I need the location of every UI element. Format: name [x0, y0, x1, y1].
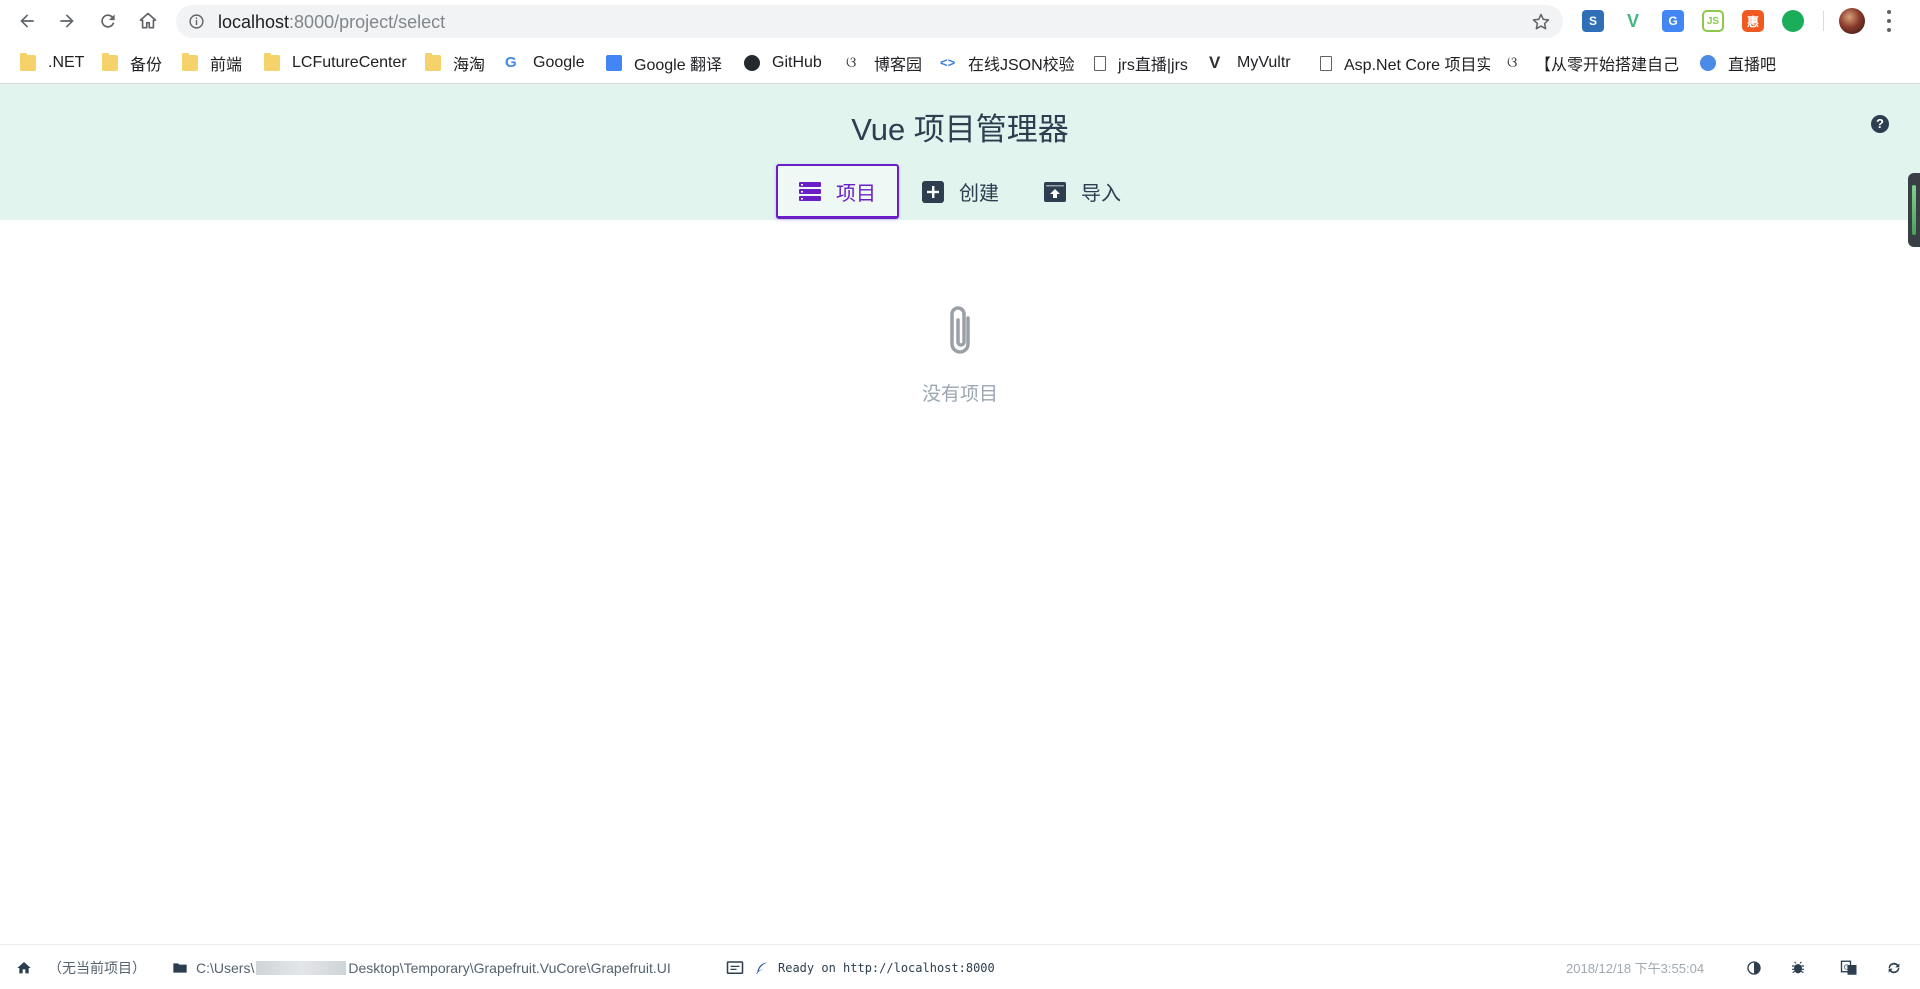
forward-button[interactable]: [53, 7, 81, 35]
home-icon: [17, 961, 31, 973]
google-icon: G: [505, 54, 517, 71]
browser-toolbar: localhost:8000/project/select S V G JS 惠: [0, 0, 1920, 43]
translate-icon: G: [1840, 960, 1857, 975]
app-header: Vue 项目管理器 ? 项目 创建 导入: [0, 84, 1920, 220]
bookmark-item[interactable]: GitHub: [744, 51, 822, 75]
feather-icon: [756, 962, 768, 974]
report-bug-button[interactable]: [1790, 945, 1806, 989]
folder-icon: [264, 53, 280, 71]
bookmark-item[interactable]: 备份: [102, 51, 162, 75]
reload-icon: [101, 14, 115, 28]
sogou-extension-icon[interactable]: S: [1582, 10, 1604, 32]
home-button[interactable]: [134, 7, 162, 35]
huiqiang-extension-icon[interactable]: 惠: [1742, 10, 1764, 32]
url-text[interactable]: localhost:8000/project/select: [218, 12, 445, 33]
toolbar-separator: [1823, 11, 1824, 31]
bookmarks-bar: .NET 备份 前端 LCFutureCenter 海淘 G Google Goo…: [0, 43, 1920, 83]
bookmark-item[interactable]: 直播吧: [1700, 51, 1776, 75]
bookmark-item[interactable]: <> 在线JSON校验: [940, 51, 1075, 75]
status-bar: （无当前项目） C:\Users\ Desktop\Temporary\Grape…: [0, 944, 1920, 989]
folder-icon: [425, 53, 441, 71]
cwd-status[interactable]: C:\Users\ Desktop\Temporary\Grapefruit.Vu…: [172, 945, 671, 989]
bookmark-item[interactable]: V MyVultr: [1209, 51, 1291, 75]
tab-create[interactable]: 创建: [921, 164, 1031, 219]
refresh-icon: [1888, 962, 1900, 973]
bookmark-item[interactable]: ଓ【从零开始搭建自己的: [1507, 51, 1679, 75]
bug-icon: [1792, 961, 1804, 973]
contrast-icon: [1747, 960, 1761, 975]
browser-menu-button[interactable]: [1886, 10, 1892, 32]
folder-icon: [182, 53, 198, 71]
bookmark-item[interactable]: LCFutureCenter: [264, 51, 407, 75]
import-box-icon: [1043, 180, 1067, 204]
current-project-status[interactable]: （无当前项目）: [16, 945, 146, 989]
svg-text:G: G: [1844, 963, 1849, 971]
home-icon: [139, 12, 157, 29]
side-panel-handle[interactable]: [1908, 173, 1920, 247]
back-button[interactable]: [13, 7, 41, 35]
nodejs-extension-icon[interactable]: JS: [1702, 10, 1724, 32]
page-title: Vue 项目管理器: [851, 112, 1069, 147]
reload-button[interactable]: [94, 7, 122, 35]
tab-projects[interactable]: 项目: [776, 164, 899, 219]
info-icon[interactable]: [188, 13, 205, 30]
cnblogs-icon: ଓ: [1507, 54, 1518, 71]
arrow-left-icon: [20, 14, 34, 28]
bookmark-item[interactable]: Asp.Net Core 项目实: [1320, 51, 1490, 75]
folder-icon: [20, 53, 36, 71]
help-icon[interactable]: ?: [1871, 115, 1889, 133]
translate-icon: [606, 55, 622, 71]
bookmark-item[interactable]: ଓ 博客园: [846, 51, 922, 75]
folder-icon: [173, 962, 187, 973]
empty-state: 没有项目: [0, 300, 1920, 406]
folder-icon: [102, 53, 118, 71]
empty-message: 没有项目: [921, 384, 998, 405]
terminal-icon: [726, 960, 744, 974]
log-status[interactable]: Ready on http://localhost:8000: [726, 945, 995, 989]
json-icon: <>: [940, 55, 956, 70]
browser-chrome: localhost:8000/project/select S V G JS 惠…: [0, 0, 1920, 84]
project-tabs: 项目 创建 导入: [0, 164, 1920, 220]
dark-mode-toggle[interactable]: [1746, 945, 1762, 989]
address-bar[interactable]: localhost:8000/project/select: [176, 5, 1563, 38]
plus-box-icon: [921, 180, 945, 204]
bookmark-item[interactable]: 海淘: [425, 51, 485, 75]
bookmark-star-icon[interactable]: [1531, 12, 1551, 32]
vultr-icon: V: [1209, 53, 1221, 72]
redacted-username: [256, 960, 347, 975]
bookmark-item[interactable]: jrs直播|jrs: [1094, 51, 1188, 75]
bookmark-item[interactable]: G Google: [505, 51, 585, 75]
page-icon: [1094, 55, 1106, 71]
chat-extension-icon[interactable]: [1782, 10, 1804, 32]
zhibo8-icon: [1700, 55, 1716, 71]
tab-projects-label: 项目: [836, 182, 876, 205]
bookmark-item[interactable]: .NET: [20, 51, 84, 75]
tab-import-label: 导入: [1081, 183, 1121, 205]
cnblogs-icon: ଓ: [846, 54, 857, 71]
refresh-button[interactable]: [1886, 945, 1902, 989]
vue-devtools-icon[interactable]: V: [1622, 10, 1644, 32]
bookmark-item[interactable]: 前端: [182, 51, 242, 75]
page-icon: [1320, 55, 1332, 71]
bookmark-item[interactable]: Google 翻译: [606, 51, 722, 75]
tab-import[interactable]: 导入: [1043, 164, 1153, 219]
google-translate-extension-icon[interactable]: G: [1662, 10, 1684, 32]
paperclip-icon: [950, 306, 970, 354]
clock-status: 2018/12/18 下午3:55:04: [1566, 961, 1705, 976]
github-icon: [744, 55, 760, 71]
profile-avatar[interactable]: [1839, 8, 1865, 34]
arrow-right-icon: [60, 14, 74, 28]
tab-create-label: 创建: [959, 183, 999, 205]
list-icon: [798, 179, 822, 203]
language-button[interactable]: G: [1840, 945, 1858, 989]
